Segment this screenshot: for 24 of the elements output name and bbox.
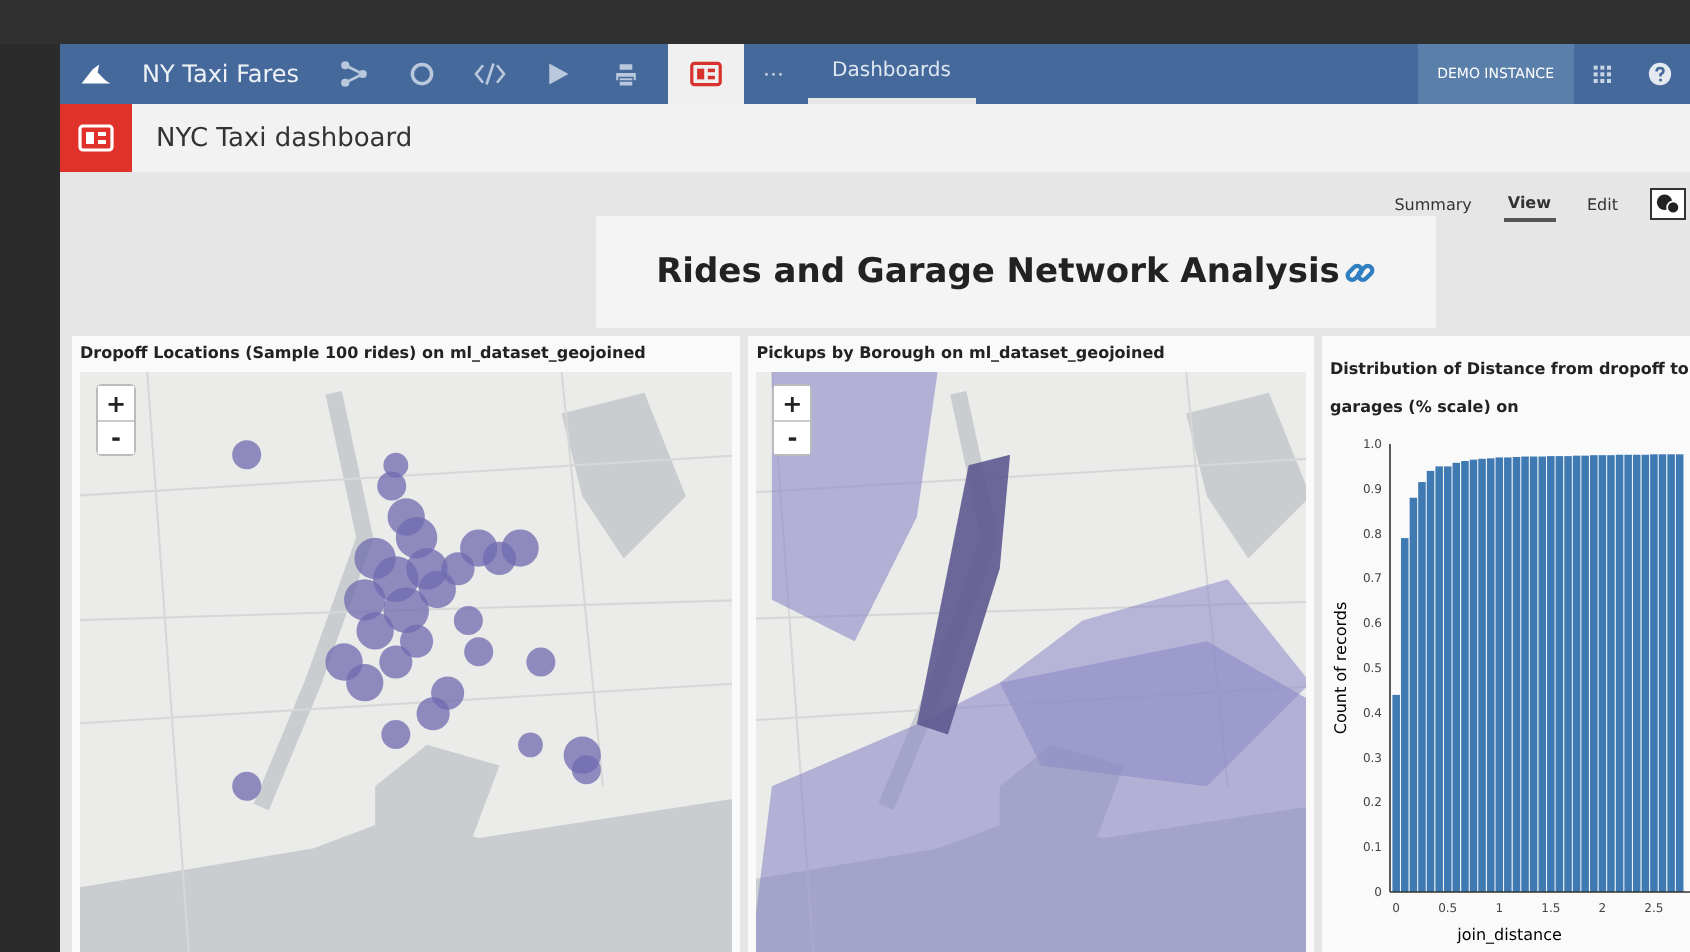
dashboard-name: NYC Taxi dashboard bbox=[156, 123, 413, 153]
zoom-out-button[interactable]: - bbox=[774, 420, 811, 454]
project-name[interactable]: NY Taxi Fares bbox=[142, 60, 300, 88]
tile-title: Pickups by Borough on ml_dataset_geojoined bbox=[756, 344, 1167, 364]
apps-grid-icon[interactable] bbox=[1592, 64, 1612, 84]
flow-icon[interactable] bbox=[337, 60, 370, 88]
view-tab[interactable]: Edit bbox=[1583, 189, 1622, 219]
circle-icon[interactable] bbox=[405, 60, 438, 88]
help-icon[interactable] bbox=[1648, 62, 1672, 86]
x-axis-title: join_distance bbox=[1457, 926, 1562, 944]
zoom-out-button[interactable]: - bbox=[98, 420, 134, 454]
dashboard-tab[interactable] bbox=[667, 44, 744, 104]
code-icon[interactable] bbox=[473, 60, 506, 88]
dashboard-title: Rides and Garage Network Analysis bbox=[656, 252, 1340, 292]
tile-title: Distribution of Distance from dropoff to garages (% scale) on bbox=[1330, 360, 1689, 416]
view-tab[interactable]: View bbox=[1503, 187, 1555, 221]
dashboard-icon bbox=[689, 60, 722, 88]
y-axis-title: Count of records bbox=[1332, 601, 1350, 735]
dashboard-icon bbox=[78, 124, 114, 152]
view-tab[interactable]: Summary bbox=[1390, 189, 1476, 219]
more-menu[interactable]: ··· bbox=[763, 61, 785, 87]
tile-title: Dropoff Locations (Sample 100 rides) on ml_dataset_geojoined bbox=[80, 344, 648, 364]
discussions-button[interactable] bbox=[1650, 188, 1686, 220]
bird-logo-icon[interactable] bbox=[80, 60, 112, 88]
